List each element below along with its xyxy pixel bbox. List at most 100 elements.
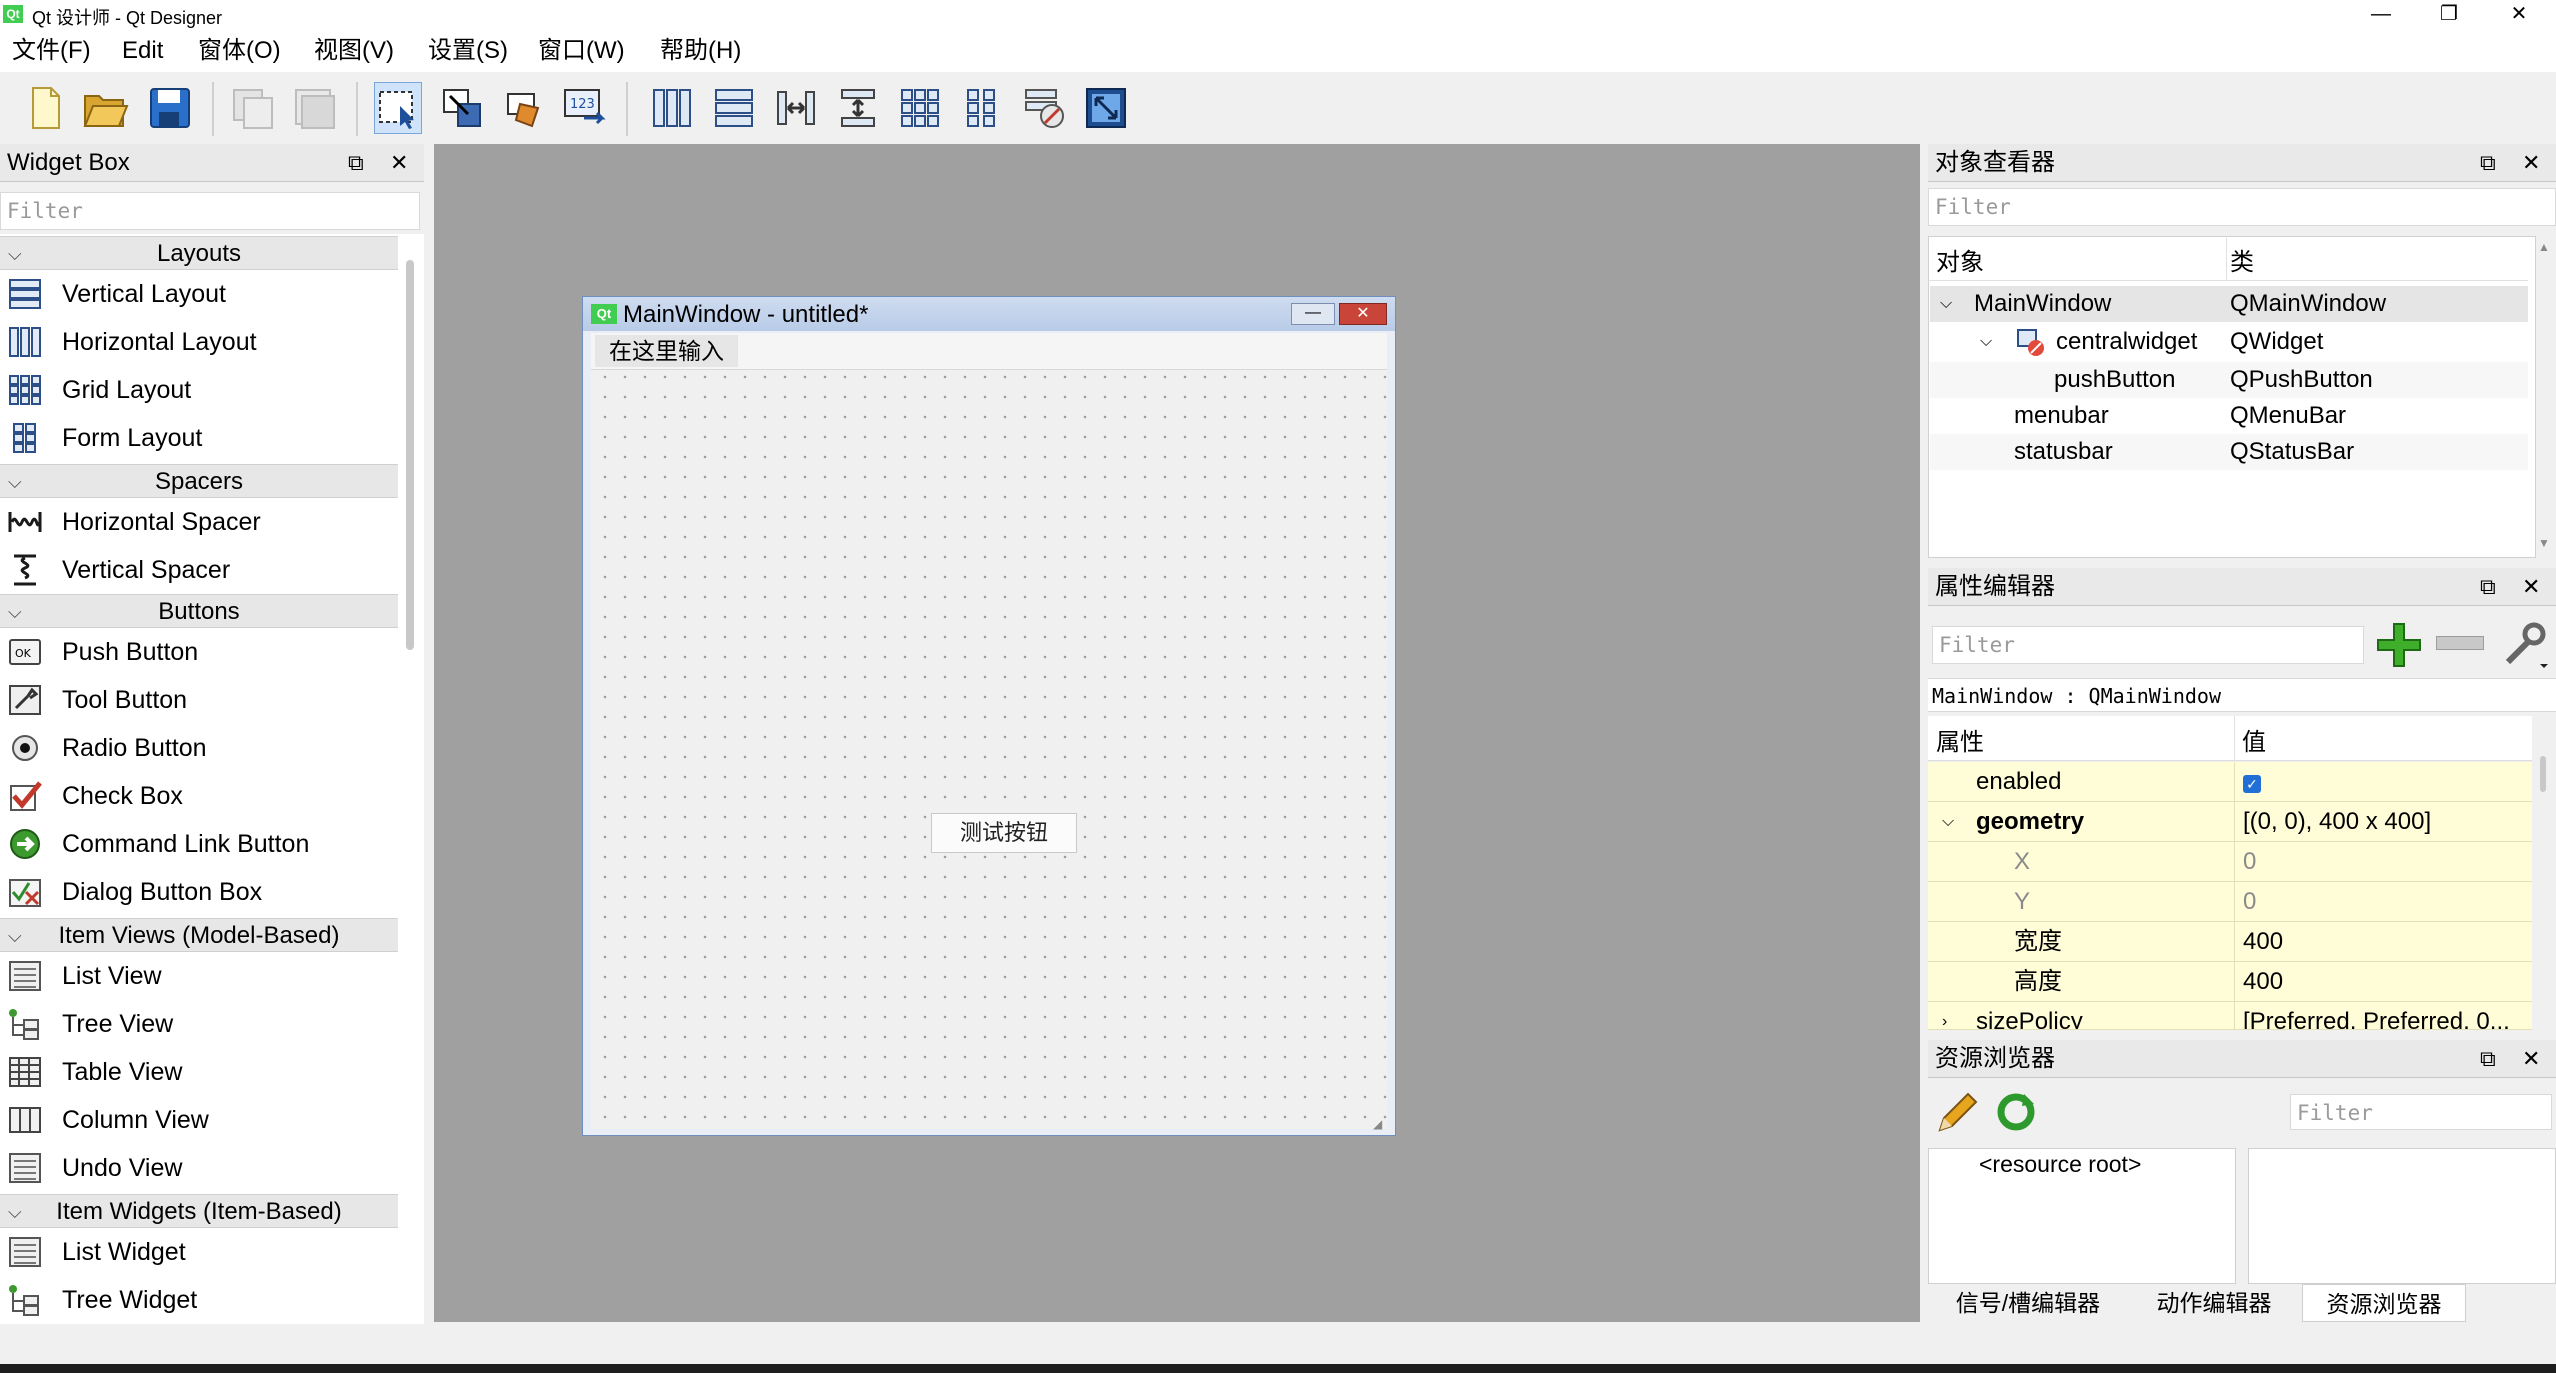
widget-tool-button[interactable]: Tool Button xyxy=(0,676,398,724)
edit-resources-pencil-icon[interactable] xyxy=(1934,1090,1982,1139)
close-dock-icon[interactable]: ✕ xyxy=(2522,144,2540,182)
push-button[interactable]: 测试按钮 xyxy=(931,813,1077,853)
form-title-bar[interactable]: Qt MainWindow - untitled* — ✕ xyxy=(583,297,1395,331)
paste-icon[interactable] xyxy=(292,82,340,134)
layout-horizontal-icon[interactable] xyxy=(648,82,696,134)
widget-dialog-button-box[interactable]: Dialog Button Box xyxy=(0,868,398,916)
category-item-widgets[interactable]: ⌵ Item Widgets (Item-Based) xyxy=(0,1194,398,1228)
reload-icon[interactable] xyxy=(1994,1090,2038,1139)
layout-vertical-splitter-icon[interactable] xyxy=(834,82,882,134)
configure-wrench-icon[interactable] xyxy=(2500,620,2550,675)
property-filter[interactable]: Filter xyxy=(1932,626,2364,664)
widget-box-filter[interactable]: Filter xyxy=(0,192,420,230)
tab-signal-slot-editor[interactable]: 信号/槽编辑器 xyxy=(1930,1284,2126,1322)
property-scrollbar[interactable] xyxy=(2540,756,2546,792)
tree-row-menubar[interactable]: menubar QMenuBar xyxy=(1930,398,2528,434)
widget-tree-widget[interactable]: Tree Widget xyxy=(0,1276,398,1324)
resize-grip-icon[interactable]: ◢ xyxy=(1373,1117,1382,1131)
menu-help[interactable]: 帮助(H) xyxy=(660,36,741,66)
adjust-size-icon[interactable] xyxy=(1082,82,1130,134)
save-icon[interactable] xyxy=(146,82,194,134)
widget-list-widget[interactable]: List Widget xyxy=(0,1228,398,1276)
menu-view[interactable]: 视图(V) xyxy=(314,36,394,66)
close-icon[interactable]: ✕ xyxy=(2484,0,2554,30)
tree-row-centralwidget[interactable]: ⌵ centralwidget QWidget xyxy=(1930,324,2528,360)
open-folder-icon[interactable] xyxy=(82,82,130,134)
close-dock-icon[interactable]: ✕ xyxy=(390,144,408,182)
tree-row-mainwindow[interactable]: ⌵ MainWindow QMainWindow xyxy=(1930,286,2528,322)
tab-resource-browser[interactable]: 资源浏览器 xyxy=(2302,1284,2466,1322)
widget-table-view[interactable]: Table View xyxy=(0,1048,398,1096)
widget-form-layout[interactable]: Form Layout xyxy=(0,414,398,462)
category-item-views[interactable]: ⌵ Item Views (Model-Based) xyxy=(0,918,398,952)
widget-push-button[interactable]: OK Push Button xyxy=(0,628,398,676)
float-dock-icon[interactable]: ⧉ xyxy=(2480,144,2496,182)
form-menubar[interactable]: 在这里输入 xyxy=(591,333,1387,370)
tree-row-statusbar[interactable]: statusbar QStatusBar xyxy=(1930,434,2528,470)
widget-command-link-button[interactable]: Command Link Button xyxy=(0,820,398,868)
menu-type-here[interactable]: 在这里输入 xyxy=(595,335,738,367)
widget-check-box[interactable]: Check Box xyxy=(0,772,398,820)
edit-widgets-icon[interactable] xyxy=(374,82,422,134)
scroll-down-icon[interactable]: ▼ xyxy=(2538,536,2550,550)
object-inspector-filter[interactable]: Filter xyxy=(1928,188,2556,226)
central-widget[interactable] xyxy=(591,333,1387,1129)
property-row-enabled[interactable]: enabled ✓ xyxy=(1928,762,2532,802)
menu-file[interactable]: 文件(F) xyxy=(12,36,91,66)
category-spacers[interactable]: ⌵ Spacers xyxy=(0,464,398,498)
enabled-value[interactable]: ✓ xyxy=(2234,762,2524,802)
close-icon[interactable]: ✕ xyxy=(1339,303,1387,325)
widget-column-view[interactable]: Column View xyxy=(0,1096,398,1144)
property-row-sizepolicy[interactable]: › sizePolicy [Preferred, Preferred, 0... xyxy=(1928,1002,2532,1030)
property-row-x[interactable]: X 0 xyxy=(1928,842,2532,882)
widget-radio-button[interactable]: Radio Button xyxy=(0,724,398,772)
tree-row-pushbutton[interactable]: pushButton QPushButton xyxy=(1930,362,2528,398)
layout-form-icon[interactable] xyxy=(958,82,1006,134)
resource-root[interactable]: <resource root> xyxy=(1979,1151,2141,1178)
widget-horizontal-layout[interactable]: Horizontal Layout xyxy=(0,318,398,366)
layout-grid-icon[interactable] xyxy=(896,82,944,134)
resource-filter[interactable]: Filter xyxy=(2290,1094,2552,1130)
float-dock-icon[interactable]: ⧉ xyxy=(2480,1040,2496,1078)
widget-undo-view[interactable]: Undo View xyxy=(0,1144,398,1192)
category-buttons[interactable]: ⌵ Buttons xyxy=(0,594,398,628)
widget-vertical-layout[interactable]: Vertical Layout xyxy=(0,270,398,318)
float-dock-icon[interactable]: ⧉ xyxy=(348,144,364,182)
property-row-y[interactable]: Y 0 xyxy=(1928,882,2532,922)
resource-files[interactable] xyxy=(2248,1148,2556,1284)
property-row-width[interactable]: 宽度 400 xyxy=(1928,922,2532,962)
widget-box-scrollbar[interactable] xyxy=(406,260,414,650)
widget-list-view[interactable]: List View xyxy=(0,952,398,1000)
scroll-up-icon[interactable]: ▲ xyxy=(2538,240,2550,254)
minimize-icon[interactable]: — xyxy=(2346,0,2416,30)
widget-vertical-spacer[interactable]: Vertical Spacer xyxy=(0,546,398,594)
minimize-icon[interactable]: — xyxy=(1291,303,1335,325)
close-dock-icon[interactable]: ✕ xyxy=(2522,568,2540,606)
menu-form[interactable]: 窗体(O) xyxy=(198,36,281,66)
edit-signals-slots-icon[interactable] xyxy=(438,82,486,134)
float-dock-icon[interactable]: ⧉ xyxy=(2480,568,2496,606)
category-layouts[interactable]: ⌵ Layouts xyxy=(0,236,398,270)
copy-icon[interactable] xyxy=(230,82,278,134)
edit-buddies-icon[interactable] xyxy=(500,82,548,134)
close-dock-icon[interactable]: ✕ xyxy=(2522,1040,2540,1078)
menu-window[interactable]: 窗口(W) xyxy=(538,36,625,66)
property-row-geometry[interactable]: ⌵ geometry [(0, 0), 400 x 400] xyxy=(1928,802,2532,842)
widget-grid-layout[interactable]: Grid Layout xyxy=(0,366,398,414)
new-file-icon[interactable] xyxy=(22,82,70,134)
layout-horizontal-splitter-icon[interactable] xyxy=(772,82,820,134)
layout-vertical-icon[interactable] xyxy=(710,82,758,134)
resource-tree[interactable]: <resource root> xyxy=(1928,1148,2236,1284)
menu-edit[interactable]: Edit xyxy=(122,36,163,66)
property-row-height[interactable]: 高度 400 xyxy=(1928,962,2532,1002)
tab-action-editor[interactable]: 动作编辑器 xyxy=(2126,1284,2302,1322)
menu-settings[interactable]: 设置(S) xyxy=(428,36,508,66)
remove-property-icon[interactable] xyxy=(2436,636,2484,650)
break-layout-icon[interactable] xyxy=(1020,82,1068,134)
restore-icon[interactable]: ❐ xyxy=(2414,0,2484,30)
checkbox-checked-icon[interactable]: ✓ xyxy=(2243,775,2261,793)
edit-tab-order-icon[interactable]: 123 xyxy=(562,82,610,134)
widget-horizontal-spacer[interactable]: Horizontal Spacer xyxy=(0,498,398,546)
form-window[interactable]: Qt MainWindow - untitled* — ✕ 在这里输入 测试按钮… xyxy=(582,296,1396,1136)
add-property-icon[interactable] xyxy=(2376,620,2426,675)
